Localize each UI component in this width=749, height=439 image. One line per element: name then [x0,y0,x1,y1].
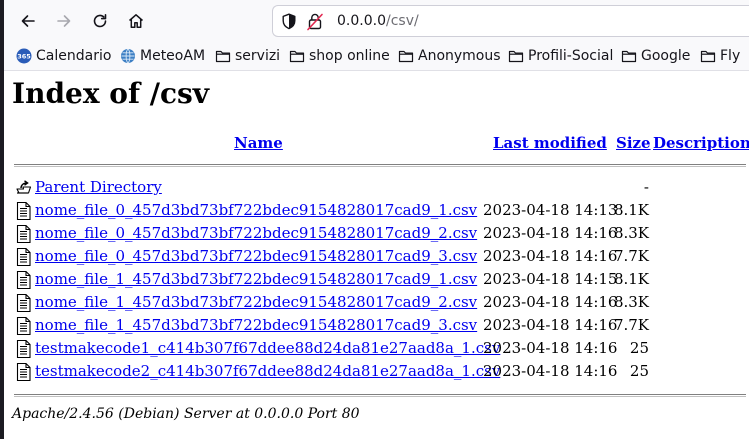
text-file-icon [16,270,31,290]
file-size: 25 [629,362,649,380]
column-header-name[interactable]: Name [234,134,283,152]
file-link[interactable]: testmakecode2_c414b307f67ddee88d24da81e2… [35,362,500,380]
url-host: 0.0.0.0 [337,13,386,29]
bookmark-label: MeteoAM [140,48,206,64]
forward-button[interactable] [50,7,78,35]
file-row: testmakecode2_c414b307f67ddee88d24da81e2… [12,362,749,385]
bookmark-folder-servizi[interactable]: servizi [215,46,280,66]
file-date: 2023-04-18 14:16 [483,316,618,334]
text-file-icon [16,316,31,336]
file-row: nome_file_1_457d3bd73bf722bdec9154828017… [12,293,749,316]
url-path: /csv/ [385,13,419,29]
file-date: 2023-04-18 14:16 [483,247,618,265]
file-row: nome_file_0_457d3bd73bf722bdec9154828017… [12,224,749,247]
bookmark-folder-fly[interactable]: Fly [700,46,740,66]
file-link[interactable]: nome_file_1_457d3bd73bf722bdec9154828017… [35,316,477,334]
forward-arrow-icon [57,15,71,27]
footer-divider [14,394,746,396]
bookmark-label: servizi [235,48,281,64]
file-size: 7.7K [613,316,649,334]
file-date: 2023-04-18 14:16 [483,339,618,357]
bookmark-folder-shop-online[interactable]: shop online [289,46,390,66]
file-size: 8.3K [613,293,649,311]
file-link[interactable]: nome_file_1_457d3bd73bf722bdec9154828017… [35,270,477,288]
url-text[interactable]: 0.0.0.0/csv/ [337,13,419,29]
bookmark-folder-profili-social[interactable]: Profili-Social [508,46,613,66]
file-size: 7.7K [613,247,649,265]
folder-icon [398,50,414,63]
home-button[interactable] [122,7,150,35]
bookmark-label: Fly [720,48,741,64]
column-header-size[interactable]: Size [616,134,651,152]
file-date: 2023-04-18 14:16 [483,293,618,311]
file-size: 25 [629,339,649,357]
folder-icon [215,50,231,63]
parent-size: - [643,178,649,196]
column-header-description[interactable]: Description [653,134,749,152]
file-date: 2023-04-18 14:15 [483,270,618,288]
bookmarks-toolbar: 365 Calendario MeteoAM servizi shop onli… [4,42,749,71]
url-bar[interactable]: 0.0.0.0/csv/ [272,5,749,37]
reload-icon [93,14,107,28]
bookmark-label: Google [641,48,691,64]
parent-directory-link[interactable]: Parent Directory [35,178,162,196]
file-row: nome_file_0_457d3bd73bf722bdec9154828017… [12,201,749,224]
file-row: nome_file_1_457d3bd73bf722bdec9154828017… [12,270,749,293]
bookmark-meteoam[interactable]: MeteoAM [120,46,205,66]
page-title: Index of /csv [12,77,210,110]
back-button[interactable] [14,7,42,35]
bookmark-label: Anonymous [418,48,501,64]
bookmark-label: Profili-Social [528,48,614,64]
file-row: nome_file_1_457d3bd73bf722bdec9154828017… [12,316,749,339]
folder-icon [700,50,716,63]
parent-directory-row: Parent Directory - [12,178,749,201]
file-row: nome_file_0_457d3bd73bf722bdec9154828017… [12,247,749,270]
folder-icon [508,50,524,63]
folder-icon [621,50,637,63]
tracking-protection-shield-icon[interactable] [281,13,297,30]
file-size: 8.1K [613,201,649,219]
file-link[interactable]: nome_file_0_457d3bd73bf722bdec9154828017… [35,201,477,219]
file-link[interactable]: nome_file_0_457d3bd73bf722bdec9154828017… [35,247,477,265]
text-file-icon [16,201,31,221]
file-row: testmakecode1_c414b307f67ddee88d24da81e2… [12,339,749,362]
text-file-icon [16,362,31,382]
home-icon [129,14,143,28]
bookmark-folder-google[interactable]: Google [621,46,690,66]
header-divider [14,164,746,166]
column-header-last-modified[interactable]: Last modified [493,134,607,152]
text-file-icon [16,247,31,267]
file-date: 2023-04-18 14:13 [483,201,618,219]
file-date: 2023-04-18 14:16 [483,224,618,242]
bookmark-label: Calendario [36,48,112,64]
bookmark-folder-anonymous[interactable]: Anonymous [398,46,501,66]
folder-icon [289,50,305,63]
text-file-icon [16,339,31,359]
bookmark-label: shop online [309,48,390,64]
reload-button[interactable] [86,7,114,35]
insecure-lock-icon[interactable] [306,12,324,31]
file-size: 8.3K [613,224,649,242]
file-link[interactable]: testmakecode1_c414b307f67ddee88d24da81e2… [35,339,500,357]
file-date: 2023-04-18 14:16 [483,362,618,380]
calendar-365-icon: 365 [16,48,32,64]
back-folder-icon [16,180,32,194]
text-file-icon [16,293,31,313]
file-link[interactable]: nome_file_0_457d3bd73bf722bdec9154828017… [35,224,477,242]
back-arrow-icon [21,15,35,27]
browser-toolbar: 0.0.0.0/csv/ [4,0,749,42]
bookmark-calendario[interactable]: 365 Calendario [16,46,111,66]
svg-text:365: 365 [17,53,31,61]
file-link[interactable]: nome_file_1_457d3bd73bf722bdec9154828017… [35,293,477,311]
server-signature: Apache/2.4.56 (Debian) Server at 0.0.0.0… [12,406,360,422]
text-file-icon [16,224,31,244]
file-size: 8.1K [613,270,649,288]
globe-icon [121,48,135,64]
